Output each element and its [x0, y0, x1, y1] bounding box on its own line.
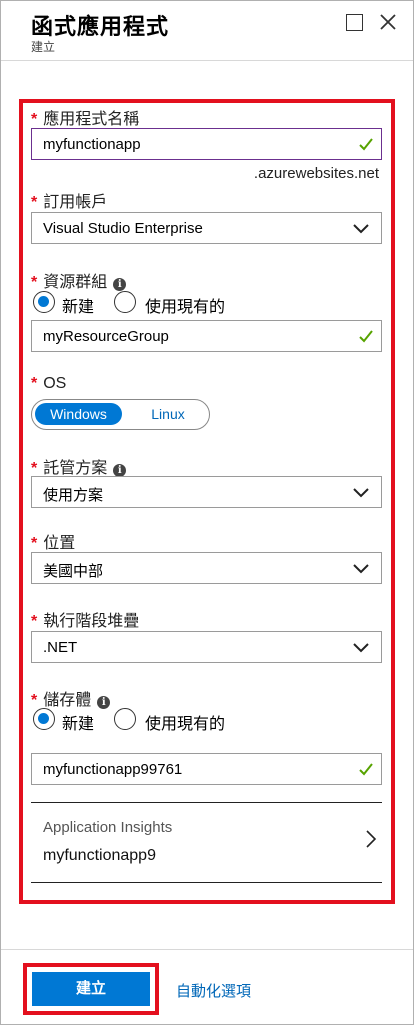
required-icon: *	[31, 111, 38, 128]
maximize-icon[interactable]	[346, 14, 363, 31]
required-icon: *	[31, 613, 38, 630]
app-name-label: * 應用程式名稱	[31, 111, 140, 128]
os-option-linux[interactable]: Linux	[132, 403, 204, 425]
info-icon[interactable]: i	[113, 278, 127, 291]
radio-new-label: 新建	[62, 716, 95, 733]
storage-label: * 儲存體 i	[31, 686, 111, 710]
required-icon: *	[31, 535, 38, 552]
subscription-value: Visual Studio Enterprise	[43, 220, 203, 237]
subscription-label: * 訂用帳戶	[31, 194, 108, 211]
location-label: * 位置	[31, 535, 76, 552]
divider	[31, 882, 382, 883]
location-value: 美國中部	[43, 563, 104, 580]
radio-existing-resource-group[interactable]	[114, 291, 136, 313]
radio-new-label: 新建	[62, 299, 95, 316]
required-icon: *	[31, 375, 38, 392]
runtime-stack-label: * 執行階段堆疊	[31, 613, 140, 630]
valid-check-icon	[359, 330, 373, 343]
chevron-right-icon[interactable]	[365, 829, 377, 849]
app-insights-value[interactable]: myfunctionapp9	[43, 847, 156, 865]
app-insights-title[interactable]: Application Insights	[43, 819, 172, 836]
domain-suffix: .azurewebsites.net	[253, 165, 379, 182]
required-icon: *	[31, 692, 38, 709]
close-icon[interactable]	[379, 13, 399, 33]
app-name-input[interactable]: myfunctionapp	[31, 128, 382, 160]
create-function-app-blade: 函式應用程式 建立 * 應用程式名稱 myfunctionapp .azurewe…	[0, 0, 414, 1025]
app-name-value: myfunctionapp	[43, 136, 141, 153]
runtime-stack-dropdown[interactable]: .NET	[31, 631, 382, 663]
subscription-dropdown[interactable]: Visual Studio Enterprise	[31, 212, 382, 244]
resource-group-input[interactable]: myResourceGroup	[31, 320, 382, 352]
os-toggle: Windows Linux	[31, 399, 210, 430]
divider	[31, 802, 382, 803]
resource-group-value: myResourceGroup	[43, 328, 169, 345]
os-label: * OS	[31, 375, 67, 392]
valid-check-icon	[359, 763, 373, 776]
page-subtitle: 建立	[31, 40, 56, 54]
chevron-down-icon	[353, 488, 369, 498]
hosting-plan-value: 使用方案	[43, 487, 104, 504]
radio-new-resource-group[interactable]	[33, 291, 55, 313]
page-title: 函式應用程式	[31, 14, 170, 39]
chevron-down-icon	[353, 224, 369, 234]
required-icon: *	[31, 194, 38, 211]
valid-check-icon	[359, 138, 373, 151]
radio-existing-label: 使用現有的	[145, 716, 226, 733]
storage-input[interactable]: myfunctionapp99761	[31, 753, 382, 785]
chevron-down-icon	[353, 643, 369, 653]
storage-value: myfunctionapp99761	[43, 761, 183, 778]
footer-divider	[1, 949, 413, 950]
storage-radio-group: 新建 使用現有的	[31, 708, 271, 734]
os-option-windows[interactable]: Windows	[35, 403, 122, 425]
resource-group-label: * 資源群組 i	[31, 268, 127, 292]
automation-options-link[interactable]: 自動化選項	[176, 980, 251, 1001]
location-dropdown[interactable]: 美國中部	[31, 552, 382, 584]
chevron-down-icon	[353, 564, 369, 574]
radio-existing-storage[interactable]	[114, 708, 136, 730]
required-icon: *	[31, 274, 38, 291]
radio-new-storage[interactable]	[33, 708, 55, 730]
radio-existing-label: 使用現有的	[145, 299, 226, 316]
blade-header: 函式應用程式 建立	[1, 1, 413, 61]
hosting-plan-dropdown[interactable]: 使用方案	[31, 476, 382, 508]
hosting-plan-label: * 託管方案 i	[31, 454, 127, 478]
required-icon: *	[31, 460, 38, 477]
resource-group-radio-group: 新建 使用現有的	[31, 291, 271, 317]
runtime-stack-value: .NET	[43, 639, 78, 656]
create-button[interactable]: 建立	[32, 972, 150, 1006]
